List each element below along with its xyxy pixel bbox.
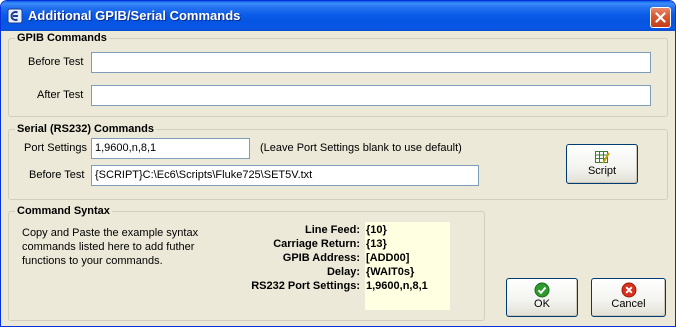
gpib-after-test-label: After Test bbox=[37, 89, 84, 101]
port-settings-input[interactable]: 1,9600,n,8,1 bbox=[91, 138, 250, 159]
gpib-before-test-input[interactable] bbox=[91, 52, 651, 73]
serial-group-legend: Serial (RS232) Commands bbox=[17, 123, 154, 135]
syntax-description-line: Copy and Paste the example syntax bbox=[22, 227, 199, 239]
gpib-group-legend: GPIB Commands bbox=[17, 32, 107, 44]
close-icon bbox=[655, 12, 666, 23]
syntax-label-delay: Delay: bbox=[326, 266, 360, 278]
syntax-label-line-feed: Line Feed: bbox=[304, 224, 360, 236]
app-icon bbox=[7, 8, 23, 24]
syntax-value-gpib-address: [ADD00] bbox=[366, 252, 410, 264]
syntax-value-rs232-port-settings: 1,9600,n,8,1 bbox=[366, 280, 428, 292]
green-check-icon bbox=[534, 282, 550, 298]
script-button-label: Script bbox=[587, 165, 617, 177]
syntax-value-line-feed: {10} bbox=[366, 224, 387, 236]
ok-button[interactable]: OK bbox=[506, 278, 578, 317]
title-bar[interactable]: Additional GPIB/Serial Commands bbox=[1, 1, 675, 31]
syntax-value-carriage-return: {13} bbox=[366, 238, 387, 250]
ok-button-label: OK bbox=[534, 298, 550, 310]
serial-before-test-input[interactable]: {SCRIPT}C:\Ec6\Scripts\Fluke725\SET5V.tx… bbox=[91, 165, 479, 186]
port-settings-hint: (Leave Port Settings blank to use defaul… bbox=[260, 142, 462, 154]
window-title: Additional GPIB/Serial Commands bbox=[28, 8, 241, 23]
syntax-group-legend: Command Syntax bbox=[17, 205, 110, 217]
dialog-body: GPIB Commands Before Test After Test Ser… bbox=[4, 31, 672, 325]
port-settings-label: Port Settings bbox=[24, 142, 87, 154]
serial-before-test-label: Before Test bbox=[29, 169, 85, 181]
dialog-window: Additional GPIB/Serial Commands GPIB Com… bbox=[0, 0, 676, 327]
syntax-description-line: commands listed here to add futher bbox=[22, 241, 195, 253]
close-button[interactable] bbox=[650, 7, 671, 28]
syntax-value-delay: {WAIT0s} bbox=[366, 266, 415, 278]
syntax-label-rs232-port-settings: RS232 Port Settings: bbox=[251, 280, 360, 292]
syntax-label-carriage-return: Carriage Return: bbox=[273, 238, 360, 250]
gpib-after-test-input[interactable] bbox=[91, 85, 651, 106]
syntax-description-line: functions to your commands. bbox=[22, 255, 163, 267]
red-x-icon bbox=[621, 282, 636, 298]
script-button[interactable]: Script bbox=[566, 144, 638, 184]
gpib-before-test-label: Before Test bbox=[28, 56, 84, 68]
script-grid-icon bbox=[595, 151, 610, 164]
cancel-button-label: Cancel bbox=[611, 298, 646, 310]
syntax-label-gpib-address: GPIB Address: bbox=[282, 252, 360, 264]
cancel-button[interactable]: Cancel bbox=[591, 278, 666, 317]
